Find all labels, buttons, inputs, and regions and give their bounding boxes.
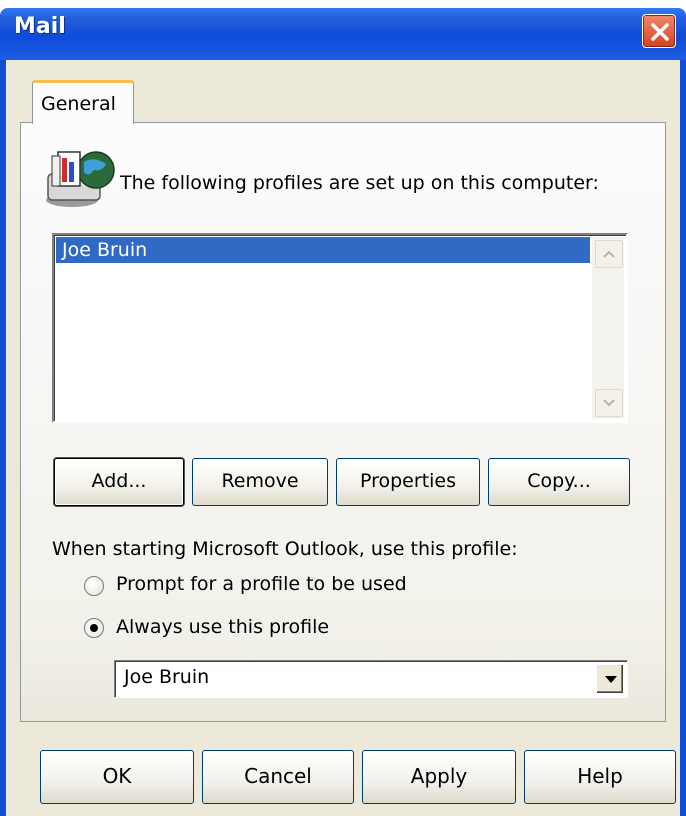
tab-general[interactable]: General <box>32 80 134 124</box>
prompt-profile-radio[interactable] <box>84 576 104 596</box>
chevron-down-icon <box>603 399 615 407</box>
startup-caption: When starting Microsoft Outlook, use thi… <box>52 538 518 560</box>
chevron-up-icon <box>603 250 615 258</box>
add-profile-button[interactable]: Add... <box>54 458 184 506</box>
window-title: Mail <box>14 14 66 39</box>
mail-profiles-icon <box>44 144 116 210</box>
tab-general-label: General <box>41 93 116 115</box>
dropdown-arrow-icon <box>605 676 617 683</box>
profiles-list-scrollbar[interactable] <box>592 237 624 419</box>
apply-button[interactable]: Apply <box>362 750 516 804</box>
scroll-up-button[interactable] <box>595 240 623 268</box>
help-button[interactable]: Help <box>524 750 676 804</box>
profile-properties-button[interactable]: Properties <box>336 458 480 506</box>
dropdown-arrow-button[interactable] <box>596 664 624 694</box>
radio-selected-dot <box>90 624 98 632</box>
close-button[interactable] <box>642 14 676 48</box>
scroll-down-button[interactable] <box>595 389 623 417</box>
ok-button[interactable]: OK <box>40 750 194 804</box>
remove-profile-button[interactable]: Remove <box>192 458 328 506</box>
profiles-caption: The following profiles are set up on thi… <box>120 172 599 194</box>
profile-dropdown-value: Joe Bruin <box>124 666 210 688</box>
title-bar[interactable] <box>0 8 686 60</box>
cancel-button[interactable]: Cancel <box>202 750 354 804</box>
always-use-profile-label[interactable]: Always use this profile <box>116 616 329 638</box>
close-icon <box>651 23 669 41</box>
copy-profile-button[interactable]: Copy... <box>488 458 630 506</box>
window-right-border <box>680 60 686 816</box>
always-use-profile-radio[interactable] <box>84 618 104 638</box>
profile-list-item-label: Joe Bruin <box>62 239 148 261</box>
prompt-profile-label[interactable]: Prompt for a profile to be used <box>116 573 407 595</box>
